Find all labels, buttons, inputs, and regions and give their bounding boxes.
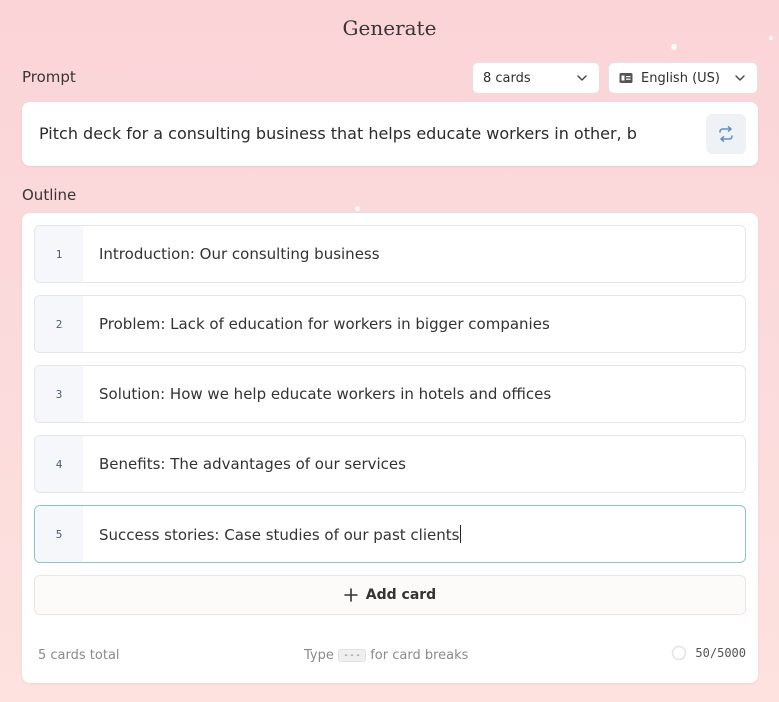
card-break-hint: Type --- for card breaks	[304, 648, 468, 663]
card-number: 5	[35, 506, 83, 562]
card-text[interactable]: Benefits: The advantages of our services	[99, 455, 406, 473]
language-icon	[619, 73, 633, 83]
add-card-button[interactable]: Add card	[34, 575, 746, 615]
card-number: 2	[35, 296, 83, 352]
plus-icon	[343, 588, 358, 602]
outline-card[interactable]: 3 Solution: How we help educate workers …	[34, 365, 746, 423]
outline-card-active[interactable]: 5 Success stories: Case studies of our p…	[34, 505, 746, 563]
background-sparkle	[671, 44, 677, 50]
card-text[interactable]: Introduction: Our consulting business	[99, 245, 380, 263]
outline-card[interactable]: 4 Benefits: The advantages of our servic…	[34, 435, 746, 493]
shuffle-icon	[719, 126, 733, 142]
card-count-select[interactable]: 8 cards	[472, 62, 600, 94]
card-number: 3	[35, 366, 83, 422]
page-title: Generate	[342, 16, 437, 40]
prompt-label: Prompt	[22, 68, 76, 86]
background-sparkle	[355, 206, 360, 211]
chevron-down-icon	[735, 75, 745, 81]
card-text[interactable]: Solution: How we help educate workers in…	[99, 385, 551, 403]
cards-total: 5 cards total	[38, 648, 120, 663]
char-count: 50/5000	[695, 646, 746, 660]
outline-card[interactable]: 2 Problem: Lack of education for workers…	[34, 295, 746, 353]
card-count-value: 8 cards	[483, 70, 531, 86]
character-counter: 50/5000	[671, 645, 746, 661]
hint-suffix: for card breaks	[370, 648, 469, 663]
progress-ring-icon	[672, 645, 687, 661]
card-text: Success stories: Case studies of our pas…	[99, 526, 460, 544]
outline-card[interactable]: 1 Introduction: Our consulting business	[34, 225, 746, 283]
chevron-down-icon	[577, 75, 587, 81]
card-break-kbd: ---	[338, 649, 367, 662]
prompt-input[interactable]: Pitch deck for a consulting business tha…	[22, 102, 758, 166]
add-card-label: Add card	[365, 587, 437, 603]
card-text-editor[interactable]: Success stories: Case studies of our pas…	[99, 525, 462, 544]
language-select[interactable]: English (US)	[608, 62, 758, 94]
outline-label: Outline	[22, 186, 77, 204]
hint-prefix: Type	[304, 648, 334, 663]
text-cursor	[460, 525, 462, 543]
outline-panel: 1 Introduction: Our consulting business …	[22, 213, 758, 683]
card-text[interactable]: Problem: Lack of education for workers i…	[99, 315, 550, 333]
card-number: 4	[35, 436, 83, 492]
regenerate-button[interactable]	[706, 114, 746, 154]
prompt-text[interactable]: Pitch deck for a consulting business tha…	[39, 124, 699, 143]
language-value: English (US)	[641, 70, 720, 86]
card-number: 1	[35, 226, 83, 282]
